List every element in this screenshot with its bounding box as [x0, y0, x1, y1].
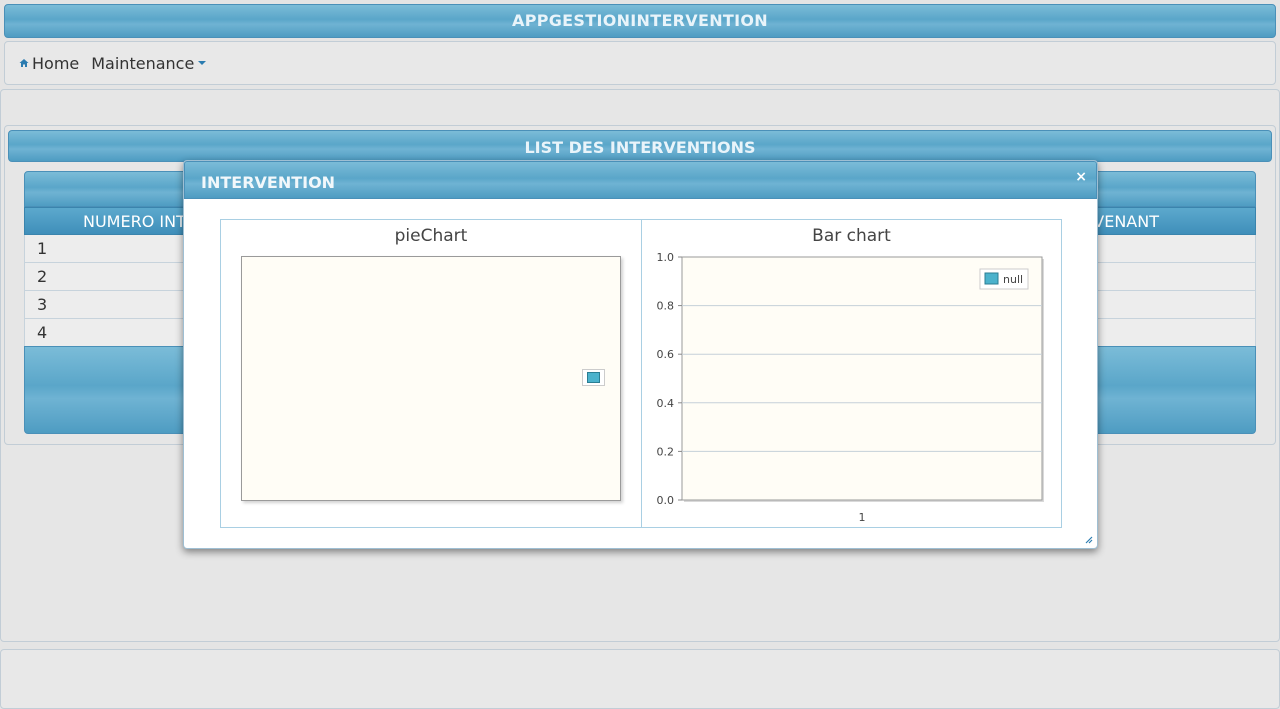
menu-bar: Home Maintenance — [4, 41, 1276, 85]
intervention-dialog: INTERVENTION × pieChart Bar chart 0.0 0.2… — [183, 160, 1098, 549]
column-header-numero[interactable]: NUMERO INT — [83, 212, 186, 231]
menu-maintenance[interactable]: Maintenance — [91, 53, 207, 73]
y-tick-label: 0.6 — [657, 348, 675, 361]
y-tick-label: 1.0 — [657, 251, 675, 264]
chevron-down-icon — [198, 61, 207, 65]
list-title-bar: LIST DES INTERVENTIONS — [8, 130, 1272, 162]
charts-grid: pieChart Bar chart 0.0 0.2 0.4 0.6 0.8 1.0 1 nu… — [220, 219, 1062, 528]
menu-home-label: Home — [32, 53, 80, 73]
row-number: 4 — [37, 323, 48, 342]
x-tick-label: 1 — [859, 511, 866, 524]
close-icon[interactable]: × — [1075, 169, 1087, 185]
y-tick-label: 0.4 — [657, 397, 675, 410]
y-tick-label: 0.0 — [657, 494, 675, 507]
pie-chart-title: pieChart — [394, 226, 468, 246]
bar-chart-svg: 0.0 0.2 0.4 0.6 0.8 1.0 1 null — [657, 251, 1044, 524]
resize-handle-icon[interactable] — [1085, 536, 1093, 544]
pie-chart-plot — [241, 256, 621, 501]
home-icon — [19, 59, 29, 67]
y-tick-label: 0.2 — [657, 445, 675, 458]
app-title: APPGESTIONINTERVENTION — [512, 11, 768, 30]
plot-area — [681, 256, 1043, 501]
menu-home[interactable]: Home — [19, 54, 79, 73]
pie-legend — [582, 369, 605, 386]
row-number: 1 — [37, 239, 48, 258]
column-header-intervenant[interactable]: VENANT — [1093, 212, 1159, 231]
legend-swatch — [984, 272, 999, 285]
page-footer — [0, 649, 1280, 709]
app-title-bar: APPGESTIONINTERVENTION — [4, 4, 1276, 38]
dialog-title-bar[interactable]: INTERVENTION — [184, 161, 1097, 199]
dialog-title: INTERVENTION — [201, 173, 336, 192]
row-number: 3 — [37, 295, 48, 314]
bar-chart-panel: Bar chart 0.0 0.2 0.4 0.6 0.8 1.0 1 null — [641, 220, 1061, 527]
menu-maintenance-label: Maintenance — [91, 53, 195, 73]
legend-swatch — [587, 372, 600, 383]
y-tick-label: 0.8 — [657, 300, 675, 313]
row-number: 2 — [37, 267, 48, 286]
legend-label: null — [1003, 273, 1023, 286]
list-title: LIST DES INTERVENTIONS — [524, 138, 756, 157]
pie-chart-panel: pieChart — [221, 220, 641, 527]
